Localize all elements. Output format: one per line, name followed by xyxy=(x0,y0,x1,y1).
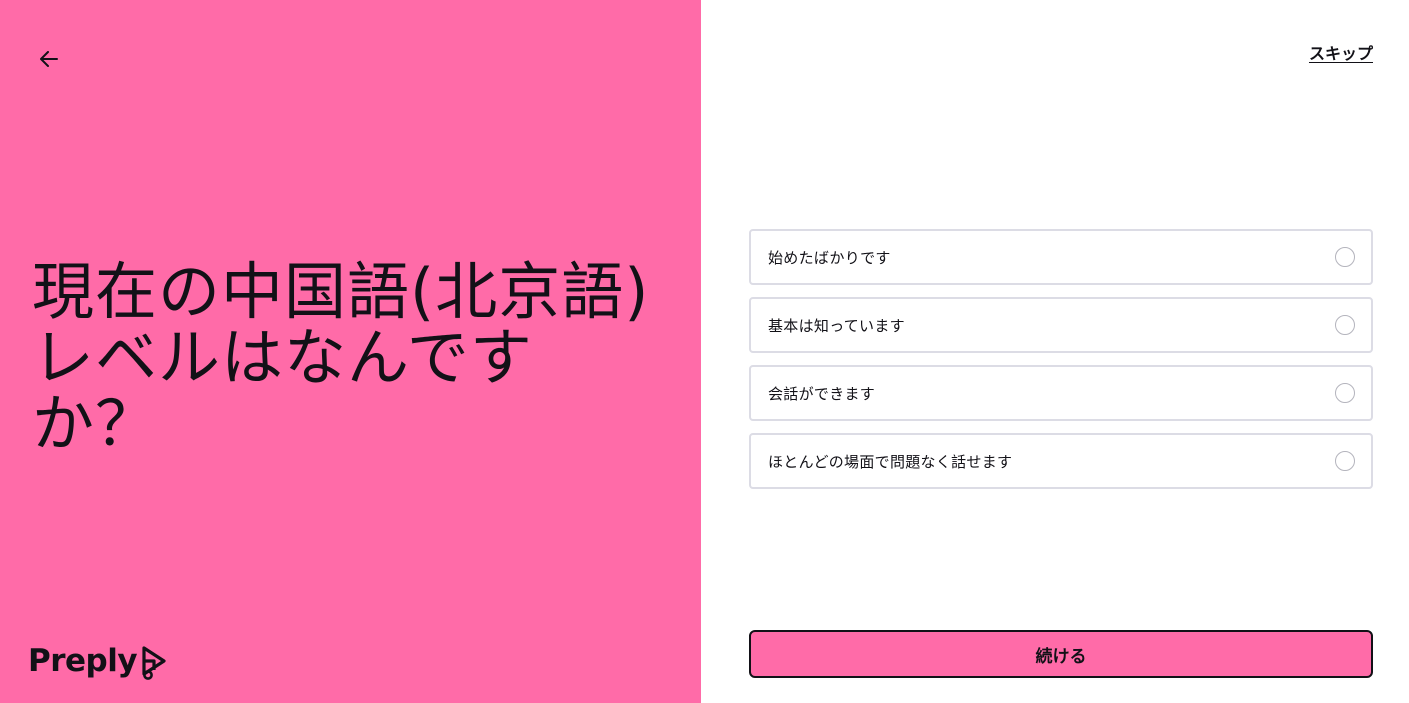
question-title: 現在の中国語(北京語) レベルはなんです か？ xyxy=(32,259,672,457)
back-button[interactable] xyxy=(33,43,65,75)
option-label: 始めたばかりです xyxy=(768,248,891,267)
option-conversational[interactable]: 会話ができます xyxy=(749,365,1373,421)
option-label: 会話ができます xyxy=(768,384,876,403)
option-beginner[interactable]: 始めたばかりです xyxy=(749,229,1373,285)
question-line-3: か？ xyxy=(32,387,159,460)
preply-logo: Preply xyxy=(28,640,169,682)
logo-text: Preply xyxy=(28,643,138,679)
question-line-1: 現在の中国語(北京語) xyxy=(32,255,650,328)
radio-button[interactable] xyxy=(1335,247,1355,267)
radio-button[interactable] xyxy=(1335,383,1355,403)
option-fluent[interactable]: ほとんどの場面で問題なく話せます xyxy=(749,433,1373,489)
option-label: 基本は知っています xyxy=(768,316,905,335)
option-label: ほとんどの場面で問題なく話せます xyxy=(768,452,1013,471)
radio-button[interactable] xyxy=(1335,451,1355,471)
preply-play-icon xyxy=(142,646,166,680)
left-panel: 現在の中国語(北京語) レベルはなんです か？ Preply xyxy=(0,0,701,703)
question-line-2: レベルはなんです xyxy=(32,321,533,394)
arrow-left-icon xyxy=(40,51,58,67)
skip-link[interactable]: スキップ xyxy=(1309,40,1373,64)
right-panel: スキップ 始めたばかりです 基本は知っています 会話ができます ほとんどの場面で… xyxy=(701,0,1409,703)
option-basic[interactable]: 基本は知っています xyxy=(749,297,1373,353)
level-options: 始めたばかりです 基本は知っています 会話ができます ほとんどの場面で問題なく話… xyxy=(749,229,1373,501)
radio-button[interactable] xyxy=(1335,315,1355,335)
continue-button[interactable]: 続ける xyxy=(749,630,1373,678)
